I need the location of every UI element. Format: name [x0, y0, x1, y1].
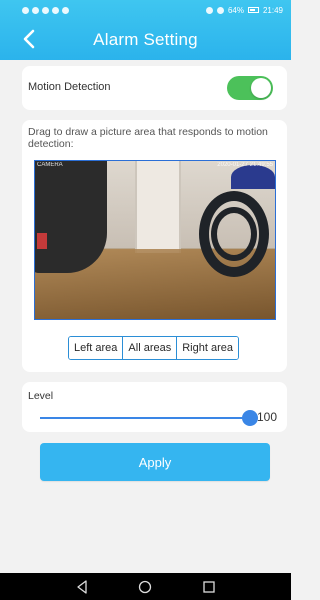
right-area-button[interactable]: Right area [177, 337, 238, 359]
title-row: Alarm Setting [0, 24, 291, 54]
preview-camera-label: CAMERA [37, 162, 63, 168]
preview-blue-object [231, 165, 275, 189]
camera-preview[interactable]: CAMERA 2020-01-27 21:49:55 [34, 160, 276, 320]
status-right: 64% 21:49 [205, 5, 283, 15]
area-segmented-control: Left area All areas Right area [68, 336, 239, 360]
system-nav-bar [0, 573, 291, 600]
level-label: Level [28, 390, 54, 402]
nfc-icon [205, 6, 213, 14]
motion-detection-label: Motion Detection [28, 81, 111, 93]
status-time: 21:49 [262, 5, 283, 15]
area-selection-card: Drag to draw a picture area that respond… [22, 120, 287, 372]
alarm-icon [216, 6, 224, 14]
motion-detection-toggle[interactable] [227, 76, 273, 100]
signal-icon [22, 6, 29, 14]
page-title: Alarm Setting [93, 30, 198, 49]
left-area-button[interactable]: Left area [69, 337, 124, 359]
level-card: Level 100 [22, 382, 287, 432]
motion-detection-card: Motion Detection [22, 66, 287, 110]
slider-thumb[interactable] [242, 410, 258, 426]
toggle-knob [251, 78, 271, 98]
all-areas-button[interactable]: All areas [123, 337, 178, 359]
apply-button[interactable]: Apply [40, 443, 270, 481]
battery-icon [247, 7, 259, 13]
status-left [22, 6, 69, 14]
preview-door [135, 161, 181, 253]
preview-red-object [37, 233, 47, 249]
area-instruction: Drag to draw a picture area that respond… [28, 126, 268, 150]
level-slider[interactable] [40, 410, 258, 426]
header: 64% 21:49 Alarm Setting [0, 0, 291, 60]
notification-icon-3 [62, 6, 69, 14]
nav-back-icon[interactable] [70, 578, 94, 596]
preview-dark-object [35, 161, 107, 273]
preview-timestamp: 2020-01-27 21:49:55 [217, 162, 273, 168]
status-bar: 64% 21:49 [0, 0, 291, 20]
notification-icon [42, 6, 49, 14]
wifi-icon [32, 6, 39, 14]
notification-icon-2 [52, 6, 59, 14]
battery-percent: 64% [227, 5, 244, 15]
slider-fill [40, 417, 250, 419]
preview-cable-coil-inner [211, 207, 257, 261]
nav-home-icon[interactable] [133, 578, 157, 596]
nav-recents-icon[interactable] [197, 578, 221, 596]
level-value: 100 [256, 410, 277, 424]
